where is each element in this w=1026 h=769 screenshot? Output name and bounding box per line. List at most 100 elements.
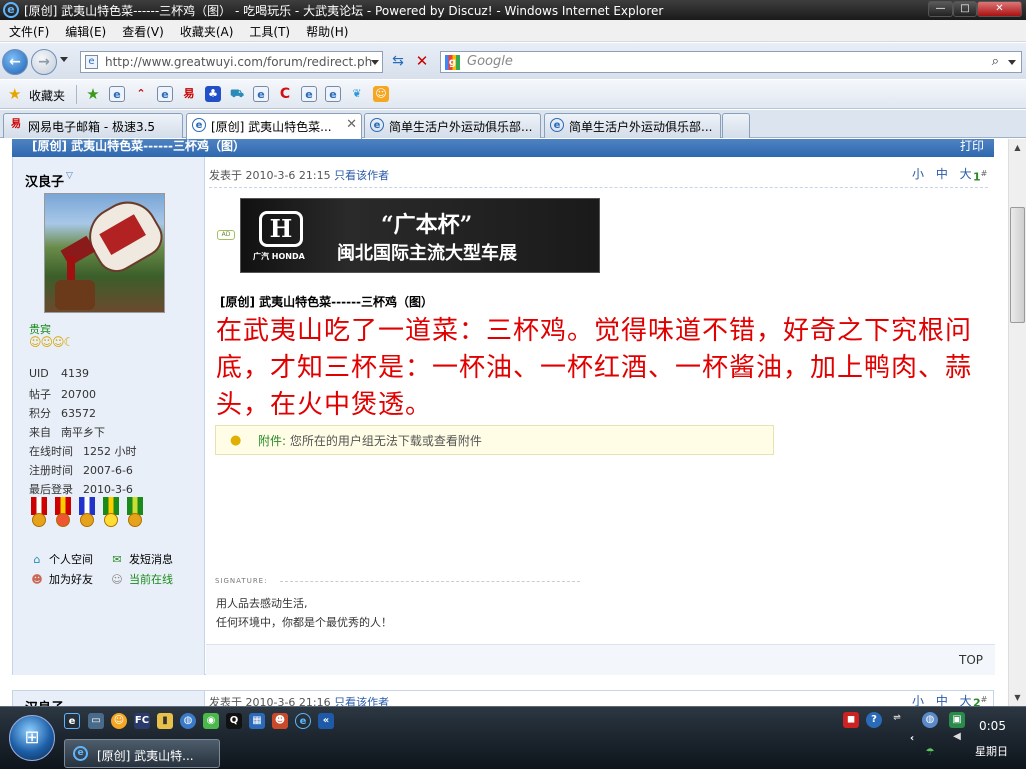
username[interactable]: 汉良子	[25, 697, 64, 706]
quicklaunch-grid-icon[interactable]: ▦	[249, 713, 265, 729]
quicklaunch-people-icon[interactable]: ☻	[272, 713, 288, 729]
start-button[interactable]: ⊞	[9, 715, 55, 761]
quicklaunch-desktop-icon[interactable]: ▭	[88, 713, 104, 729]
link-ie-icon[interactable]: e	[253, 86, 269, 102]
tray-expand-icon[interactable]: ‹	[904, 731, 920, 747]
tray-network-globe-icon[interactable]: ◍	[922, 712, 938, 728]
quicklaunch-ie-icon[interactable]: e	[64, 713, 80, 729]
quicklaunch-smile-icon[interactable]: ☺	[111, 713, 127, 729]
search-input[interactable]: g Google ⌕	[440, 51, 1022, 73]
link-smile-icon[interactable]: ☺	[373, 86, 389, 102]
add-friend-icon: ☻	[31, 573, 43, 586]
minimize-button[interactable]: —	[928, 1, 953, 17]
link-ie-icon[interactable]: e	[157, 86, 173, 102]
menu-tools[interactable]: 工具(T)	[240, 20, 297, 40]
quicklaunch-chat-icon[interactable]: ◉	[203, 713, 219, 729]
link-baidu-icon[interactable]: ♣	[205, 86, 221, 102]
address-url: http://www.greatwuyi.com/forum/redirect.…	[105, 55, 373, 69]
close-tab-icon[interactable]: ✕	[346, 117, 357, 132]
refresh-icon[interactable]: ⇆	[389, 53, 407, 71]
author-only-link[interactable]: 只看该作者	[334, 169, 389, 182]
font-size-switcher[interactable]: 小 中 大	[912, 692, 976, 706]
medal-disc	[104, 513, 118, 527]
username[interactable]: 汉良子	[25, 171, 64, 190]
tray-security-icon[interactable]: ◼	[843, 712, 859, 728]
quicklaunch-globe-icon[interactable]: ◍	[180, 713, 196, 729]
new-tab-button[interactable]	[722, 113, 750, 138]
quicklaunch-arrow-icon[interactable]: «	[318, 713, 334, 729]
quicklaunch-ie2-icon[interactable]: e	[295, 713, 311, 729]
tray-umbrella-icon[interactable]: ☂	[922, 745, 938, 761]
clock-day[interactable]: 星期日	[975, 743, 1008, 759]
menu-view[interactable]: 查看(V)	[113, 20, 171, 40]
floor-suffix: #	[980, 169, 988, 178]
medal-disc	[128, 513, 142, 527]
menu-edit[interactable]: 编辑(E)	[56, 20, 113, 40]
tray-help-icon[interactable]: ?	[866, 712, 882, 728]
address-dropdown-icon[interactable]	[371, 60, 379, 65]
back-button[interactable]: ←	[2, 49, 28, 75]
tray-volume-icon[interactable]: ◀	[949, 729, 965, 745]
medal-icon	[77, 497, 97, 531]
link-bird-icon[interactable]: ❦	[349, 86, 365, 102]
tab-outdoor-club-1[interactable]: e 简单生活户外运动俱乐部...	[364, 113, 541, 138]
link-cart-icon[interactable]: ⛟	[229, 86, 245, 102]
link-label: 个人空间	[49, 553, 93, 566]
send-pm-link[interactable]: ✉ 发短消息	[109, 551, 173, 567]
google-icon: g	[445, 55, 460, 70]
search-icon[interactable]: ⌕	[992, 54, 999, 69]
forward-button[interactable]: →	[31, 49, 57, 75]
link-ie-icon[interactable]: e	[301, 86, 317, 102]
stat-points: 积分 63572	[29, 405, 96, 421]
stop-icon[interactable]: ✕	[413, 52, 431, 70]
add-favorite-icon[interactable]: ★	[85, 86, 101, 102]
recent-pages-dropdown-icon[interactable]	[60, 57, 68, 62]
link-c-icon[interactable]: C	[277, 86, 293, 102]
quicklaunch-folder-icon[interactable]: ▮	[157, 713, 173, 729]
floor-value: 2	[973, 696, 981, 706]
tray-ime-icon[interactable]: ⇌	[889, 710, 905, 726]
author-only-link[interactable]: 只看该作者	[334, 696, 389, 706]
bottle-label	[99, 214, 146, 256]
stat-value: 4139	[61, 367, 89, 380]
link-ie-icon[interactable]: e	[325, 86, 341, 102]
ie-icon: e	[550, 118, 564, 132]
favorites-star-icon[interactable]: ★	[8, 85, 21, 103]
quicklaunch-fc-icon[interactable]: FC	[134, 713, 150, 729]
stat-from: 来自 南平乡下	[29, 424, 105, 440]
chevron-down-icon[interactable]: ▽	[66, 171, 73, 181]
taskbar-item-ie[interactable]: e [原创] 武夷山特...	[64, 739, 220, 768]
floor-number: 1#	[973, 169, 987, 184]
font-size-switcher[interactable]: 小 中 大	[912, 165, 976, 182]
quicklaunch-qq-icon[interactable]: Q	[226, 713, 242, 729]
window-title: [原创] 武夷山特色菜------三杯鸡（图） - 吃喝玩乐 - 大武夷论坛 -…	[24, 4, 664, 18]
scroll-down-icon[interactable]: ▼	[1009, 689, 1026, 706]
tab-outdoor-club-2[interactable]: e 简单生活户外运动俱乐部...	[544, 113, 721, 138]
menu-help[interactable]: 帮助(H)	[297, 20, 355, 40]
clock-time[interactable]: 0:05	[979, 719, 1006, 733]
link-ie-icon[interactable]: e	[109, 86, 125, 102]
personal-space-link[interactable]: ⌂ 个人空间	[29, 551, 94, 567]
menu-file[interactable]: 文件(F)	[0, 20, 56, 40]
tray-monitor-icon[interactable]: ▣	[949, 712, 965, 728]
search-dropdown-icon[interactable]	[1008, 60, 1016, 65]
print-link[interactable]: 打印	[960, 139, 984, 154]
top-link[interactable]: TOP	[959, 653, 983, 667]
link-netease-icon[interactable]: 易	[181, 86, 197, 102]
maximize-button[interactable]: □	[953, 1, 977, 17]
close-button[interactable]: ✕	[977, 1, 1022, 17]
tab-netease-mail[interactable]: 易 网易电子邮箱 - 极速3.5	[3, 113, 183, 138]
tab-current-thread[interactable]: e [原创] 武夷山特色菜... ✕	[186, 113, 362, 139]
vertical-scrollbar[interactable]: ▲ ▼	[1008, 139, 1026, 706]
next-post: 汉良子 发表于 2010-3-6 21:16 只看该作者 小 中 大 2#	[12, 690, 994, 706]
menu-favorites[interactable]: 收藏夹(A)	[171, 20, 241, 40]
add-friend-link[interactable]: ☻ 加为好友	[29, 571, 93, 587]
favorites-label[interactable]: 收藏夹	[29, 87, 65, 104]
scroll-up-icon[interactable]: ▲	[1009, 139, 1026, 156]
address-field[interactable]: e http://www.greatwuyi.com/forum/redirec…	[80, 51, 383, 73]
ad-banner[interactable]: H 广汽 HONDA “广本杯” 闽北国际主流大型车展	[240, 198, 600, 273]
link-red-icon[interactable]: ⌃	[133, 86, 149, 102]
banner-honda: HONDA	[271, 252, 305, 261]
netease-icon: 易	[11, 119, 21, 130]
scroll-thumb[interactable]	[1010, 207, 1025, 323]
